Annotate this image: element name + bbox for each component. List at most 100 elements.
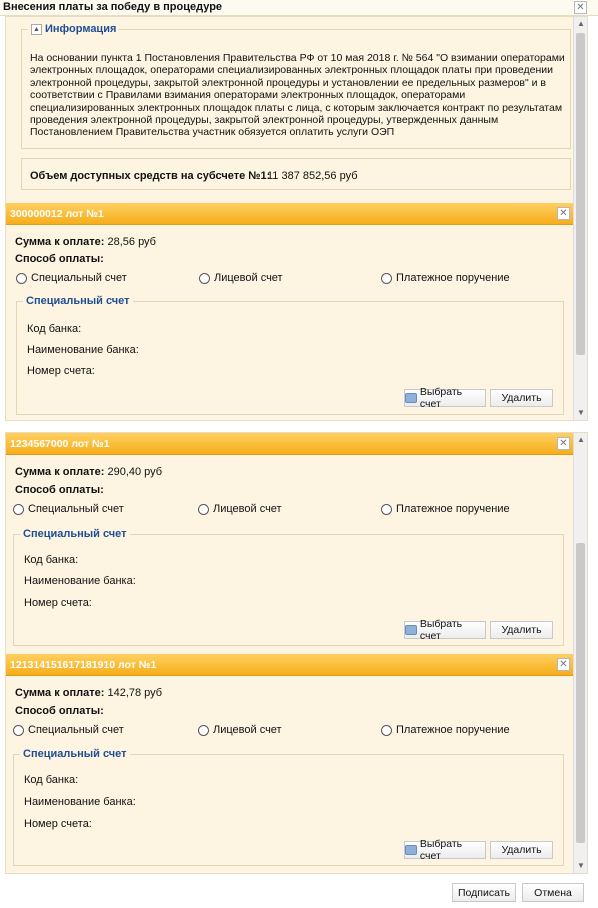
radio-personal-account[interactable]: Лицевой счет bbox=[198, 724, 282, 736]
dialog-title: Внесения платы за победу в процедуре bbox=[3, 1, 223, 13]
amount-value: 142,78 руб bbox=[107, 687, 163, 699]
account-fieldset: Специальный счет Код банка: Наименование… bbox=[13, 528, 564, 646]
radio-label: Платежное поручение bbox=[396, 724, 510, 736]
delete-button[interactable]: Удалить bbox=[490, 389, 553, 407]
radio-icon bbox=[198, 503, 209, 515]
radio-label: Специальный счет bbox=[28, 503, 124, 515]
info-text: На основании пункта 1 Постановления Прав… bbox=[30, 52, 565, 139]
lot-panel: 300000012 лот №1 ✕ Сумма к оплате: 28,56… bbox=[6, 203, 575, 420]
amount-value: 290,40 руб bbox=[107, 466, 163, 478]
radio-icon bbox=[199, 272, 210, 284]
radio-icon bbox=[13, 724, 24, 736]
amount-label: Сумма к оплате: bbox=[15, 466, 105, 478]
radio-label: Платежное поручение bbox=[396, 272, 510, 284]
scroll-pane-top: ▲ Информация На основании пункта 1 Поста… bbox=[5, 16, 588, 421]
radio-personal-account[interactable]: Лицевой счет bbox=[199, 272, 283, 284]
balance-value: 11 387 852,56 руб bbox=[267, 170, 358, 182]
radio-special-account[interactable]: Специальный счет bbox=[16, 272, 127, 284]
lot-header: 1234567000 лот №1 ✕ bbox=[6, 433, 575, 455]
lot-panel: 121314151617181910 лот №1 ✕ Сумма к опла… bbox=[6, 654, 575, 873]
dialog-titlebar: Внесения платы за победу в процедуре ✕ bbox=[0, 0, 598, 16]
payment-dialog: Внесения платы за победу в процедуре ✕ ▲… bbox=[0, 0, 598, 908]
picture-icon bbox=[405, 393, 417, 403]
lot-close-icon[interactable]: ✕ bbox=[557, 437, 570, 450]
radio-label: Лицевой счет bbox=[213, 503, 282, 515]
choose-account-button[interactable]: Выбрать счет bbox=[404, 386, 486, 410]
info-fieldset: ▲ Информация На основании пункта 1 Поста… bbox=[21, 23, 571, 149]
account-legend: Специальный счет bbox=[23, 295, 133, 307]
radio-label: Специальный счет bbox=[31, 272, 127, 284]
account-legend: Специальный счет bbox=[20, 528, 130, 540]
bank-name-label: Наименование банка: bbox=[24, 575, 136, 587]
account-fieldset: Специальный счет Код банка: Наименование… bbox=[16, 295, 564, 415]
account-number-label: Номер счета: bbox=[24, 818, 92, 830]
info-legend-label: Информация bbox=[45, 23, 117, 35]
radio-special-account[interactable]: Специальный счет bbox=[13, 503, 124, 515]
scroll-thumb[interactable] bbox=[576, 33, 585, 355]
cancel-button[interactable]: Отмена bbox=[522, 883, 584, 902]
lot-panel: 1234567000 лот №1 ✕ Сумма к оплате: 290,… bbox=[6, 433, 575, 653]
radio-icon bbox=[198, 724, 209, 736]
amount-value: 28,56 руб bbox=[107, 236, 156, 248]
account-number-label: Номер счета: bbox=[24, 597, 92, 609]
bank-name-label: Наименование банка: bbox=[24, 796, 136, 808]
radio-payment-order[interactable]: Платежное поручение bbox=[381, 503, 510, 515]
scroll-pane-bottom: 1234567000 лот №1 ✕ Сумма к оплате: 290,… bbox=[5, 432, 588, 874]
choose-account-button[interactable]: Выбрать счет bbox=[404, 838, 486, 862]
method-label: Способ оплаты: bbox=[15, 705, 104, 717]
picture-icon bbox=[405, 625, 417, 635]
scroll-up-icon[interactable]: ▲ bbox=[575, 434, 587, 446]
amount-row: Сумма к оплате: 142,78 руб bbox=[15, 687, 162, 699]
lot-close-icon[interactable]: ✕ bbox=[557, 658, 570, 671]
radio-special-account[interactable]: Специальный счет bbox=[13, 724, 124, 736]
lot-close-icon[interactable]: ✕ bbox=[557, 207, 570, 220]
bank-code-label: Код банка: bbox=[27, 323, 82, 335]
dialog-footer: Подписать Отмена bbox=[0, 874, 598, 908]
radio-label: Специальный счет bbox=[28, 724, 124, 736]
lot-header: 121314151617181910 лот №1 ✕ bbox=[6, 654, 575, 676]
radio-icon bbox=[381, 503, 392, 515]
radio-personal-account[interactable]: Лицевой счет bbox=[198, 503, 282, 515]
scroll-up-icon[interactable]: ▲ bbox=[575, 18, 587, 30]
account-number-label: Номер счета: bbox=[27, 365, 95, 377]
choose-account-label: Выбрать счет bbox=[419, 618, 463, 642]
scrollbar[interactable]: ▲ ▼ bbox=[573, 433, 587, 873]
radio-icon bbox=[16, 272, 27, 284]
scroll-down-icon[interactable]: ▼ bbox=[575, 407, 587, 419]
lot-title: 300000012 лот №1 bbox=[10, 208, 104, 220]
bank-code-label: Код банка: bbox=[24, 554, 79, 566]
radio-label: Лицевой счет bbox=[214, 272, 283, 284]
radio-icon bbox=[381, 724, 392, 736]
choose-account-label: Выбрать счет bbox=[419, 386, 463, 410]
picture-icon bbox=[405, 845, 417, 855]
radio-label: Платежное поручение bbox=[396, 503, 510, 515]
scrollbar[interactable]: ▲ ▼ bbox=[573, 17, 587, 420]
balance-box: Объем доступных средств на субсчете №1: … bbox=[21, 158, 571, 190]
amount-row: Сумма к оплате: 290,40 руб bbox=[15, 466, 162, 478]
amount-label: Сумма к оплате: bbox=[15, 687, 105, 699]
scroll-down-icon[interactable]: ▼ bbox=[575, 860, 587, 872]
sign-button[interactable]: Подписать bbox=[452, 883, 516, 902]
radio-icon bbox=[13, 503, 24, 515]
bank-code-label: Код банка: bbox=[24, 774, 79, 786]
balance-label: Объем доступных средств на субсчете №1: bbox=[30, 170, 271, 182]
amount-label: Сумма к оплате: bbox=[15, 236, 105, 248]
collapse-toggle-icon[interactable]: ▲ bbox=[31, 23, 42, 35]
scroll-thumb[interactable] bbox=[576, 543, 585, 843]
bank-name-label: Наименование банка: bbox=[27, 344, 139, 356]
choose-account-button[interactable]: Выбрать счет bbox=[404, 618, 486, 642]
radio-icon bbox=[381, 272, 392, 284]
lot-header: 300000012 лот №1 ✕ bbox=[6, 203, 575, 225]
account-legend: Специальный счет bbox=[20, 748, 130, 760]
method-label: Способ оплаты: bbox=[15, 253, 104, 265]
method-label: Способ оплаты: bbox=[15, 484, 104, 496]
info-legend: ▲ Информация bbox=[28, 23, 120, 35]
delete-button[interactable]: Удалить bbox=[490, 841, 553, 859]
dialog-close-icon[interactable]: ✕ bbox=[574, 1, 587, 14]
radio-payment-order[interactable]: Платежное поручение bbox=[381, 724, 510, 736]
lot-title: 121314151617181910 лот №1 bbox=[10, 659, 157, 671]
radio-payment-order[interactable]: Платежное поручение bbox=[381, 272, 510, 284]
account-fieldset: Специальный счет Код банка: Наименование… bbox=[13, 748, 564, 866]
amount-row: Сумма к оплате: 28,56 руб bbox=[15, 236, 156, 248]
delete-button[interactable]: Удалить bbox=[490, 621, 553, 639]
